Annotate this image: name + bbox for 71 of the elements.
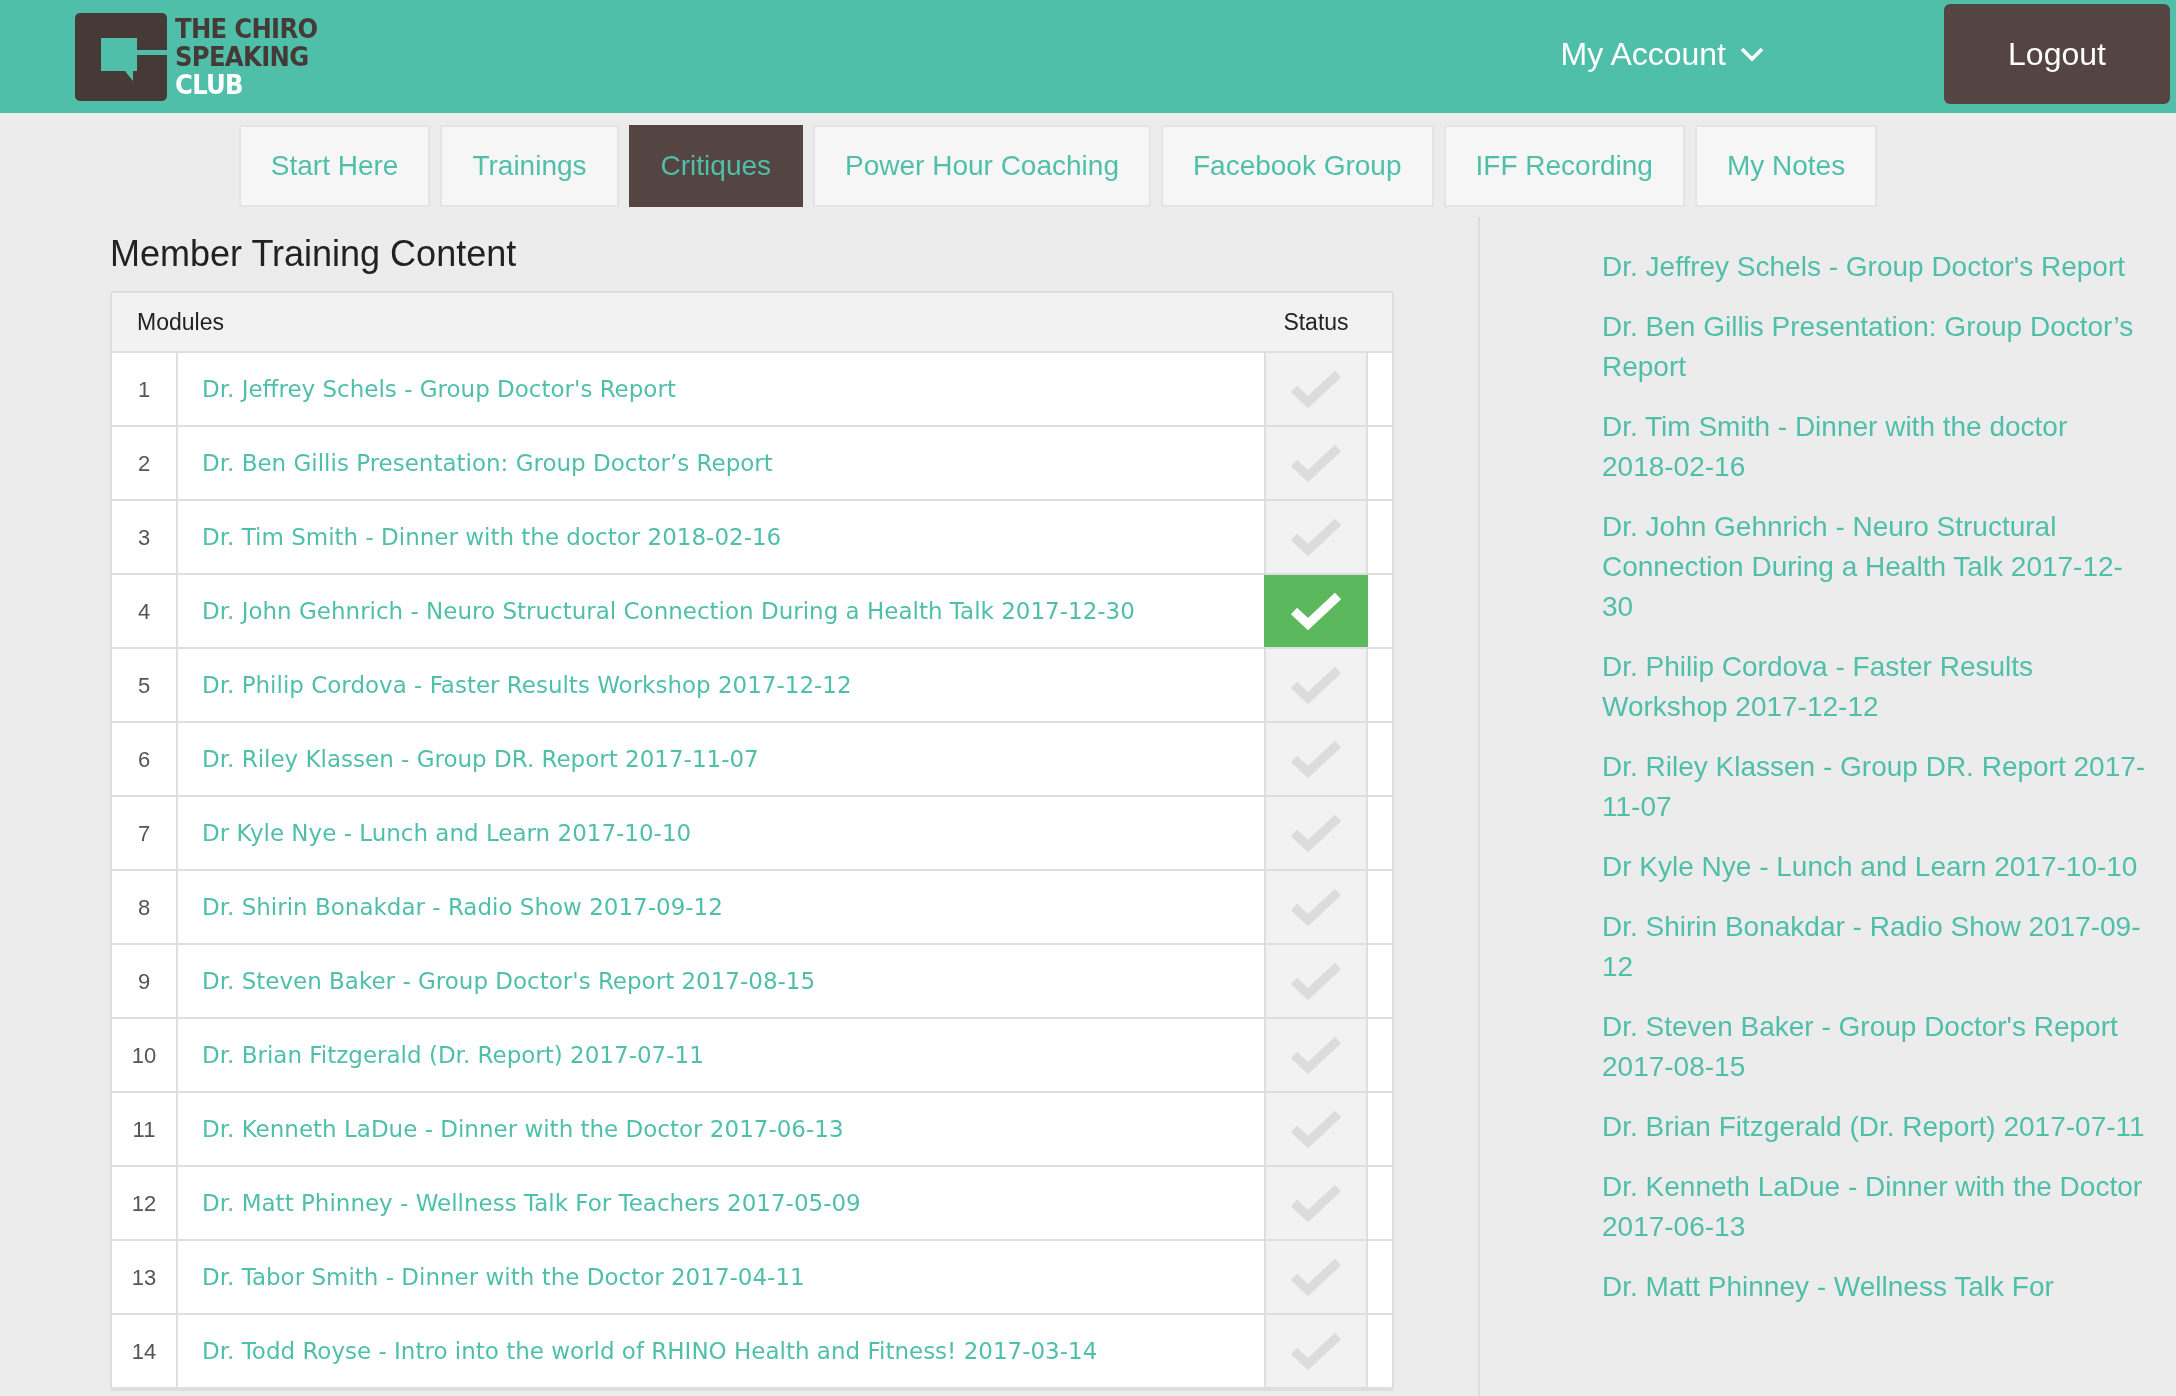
sidebar-link[interactable]: Dr. Brian Fitzgerald (Dr. Report) 2017-07-11 [1602,1107,2146,1147]
module-link[interactable]: Dr. Shirin Bonakdar - Radio Show 2017-09-12 [202,889,723,925]
sidebar-link[interactable]: Dr. Jeffrey Schels - Group Doctor's Report [1602,247,2146,287]
logo-text: SPEAKING [175,42,310,71]
sidebar-link[interactable]: Dr. Ben Gillis Presentation: Group Doctor’s Report [1602,307,2146,387]
sidebar-link[interactable]: Dr. Shirin Bonakdar - Radio Show 2017-09-12 [1602,907,2146,987]
status-cell[interactable] [1264,501,1368,573]
column-header: Status [1282,307,1350,337]
row-number: 12 [112,1167,178,1239]
module-link[interactable]: Dr. Riley Klassen - Group DR. Report 2017-11-07 [202,741,759,777]
module-link[interactable]: Dr. Ben Gillis Presentation: Group Doctor’s Report [202,445,773,481]
status-cell[interactable] [1264,1019,1368,1091]
status-cell[interactable] [1264,1315,1368,1387]
status-cell[interactable] [1264,1241,1368,1313]
status-cell[interactable] [1264,575,1368,647]
sidebar-link[interactable]: Dr. Steven Baker - Group Doctor's Report 2017-08-15 [1602,1007,2146,1087]
nav-tab[interactable]: Critiques [628,125,804,207]
sidebar-link[interactable]: Dr. Matt Phinney - Wellness Talk For [1602,1267,2146,1307]
row-number: 14 [112,1315,178,1387]
module-link[interactable]: Dr. Philip Cordova - Faster Results Workshop 2017-12-12 [202,667,852,703]
sidebar-link[interactable]: Dr. Riley Klassen - Group DR. Report 2017-11-07 [1602,747,2146,827]
nav-tab[interactable]: IFF Recording [1443,125,1685,207]
row-number: 11 [112,1093,178,1165]
module-link[interactable]: Dr. Tabor Smith - Dinner with the Doctor 2017-04-11 [202,1259,805,1295]
row-number: 9 [112,945,178,1017]
status-cell[interactable] [1264,871,1368,943]
status-cell[interactable] [1264,1167,1368,1239]
nav-tab[interactable]: Power Hour Coaching [813,125,1151,207]
row-number: 13 [112,1241,178,1313]
logo-icon [75,12,167,101]
row-number: 4 [112,575,178,647]
module-link[interactable]: Dr. Brian Fitzgerald (Dr. Report) 2017-07-11 [202,1037,704,1073]
nav-tab[interactable]: Facebook Group [1160,125,1434,207]
logo-text: THE CHIRO [175,14,318,43]
status-cell[interactable] [1264,649,1368,721]
nav-tab[interactable]: Trainings [440,125,619,207]
status-cell[interactable] [1264,797,1368,869]
section-title: Member Training Content [110,232,518,276]
row-number: 5 [112,649,178,721]
row-number: 6 [112,723,178,795]
row-number: 3 [112,501,178,573]
row-number: 7 [112,797,178,869]
logo-text: CLUB [175,70,244,99]
sidebar-link[interactable]: Dr. Tim Smith - Dinner with the doctor 2018-02-16 [1602,407,2146,487]
sidebar-link[interactable]: Dr. John Gehnrich - Neuro Structural Connection During a Health Talk 2017-12-30 [1602,507,2146,627]
module-link[interactable]: Dr. Matt Phinney - Wellness Talk For Teachers 2017-05-09 [202,1185,861,1221]
row-number: 8 [112,871,178,943]
status-cell[interactable] [1264,427,1368,499]
nav-tab[interactable]: My Notes [1694,125,1878,207]
module-link[interactable]: Dr Kyle Nye - Lunch and Learn 2017-10-10 [202,815,692,851]
module-link[interactable]: Dr. Tim Smith - Dinner with the doctor 2018-02-16 [202,519,782,555]
status-cell[interactable] [1264,353,1368,425]
status-cell[interactable] [1264,945,1368,1017]
status-cell[interactable] [1264,723,1368,795]
module-link[interactable]: Dr. Jeffrey Schels - Group Doctor's Report [202,371,676,407]
nav-tab[interactable]: Start Here [238,125,431,207]
row-number: 10 [112,1019,178,1091]
logout-button[interactable]: Logout [1944,4,2170,104]
sidebar-link[interactable]: Dr Kyle Nye - Lunch and Learn 2017-10-10 [1602,847,2146,887]
row-number: 1 [112,353,178,425]
chevron-down-icon [1740,45,1764,62]
sidebar-link[interactable]: Dr. Philip Cordova - Faster Results Workshop 2017-12-12 [1602,647,2146,727]
module-link[interactable]: Dr. Kenneth LaDue - Dinner with the Doctor 2017-06-13 [202,1111,844,1147]
module-link[interactable]: Dr. John Gehnrich - Neuro Structural Connection During a Health Talk 2017-12-30 [202,593,1135,629]
column-header: Modules [136,307,225,337]
module-link[interactable]: Dr. Todd Royse - Intro into the world of RHINO Health and Fitness! 2017-03-14 [202,1333,1098,1369]
module-link[interactable]: Dr. Steven Baker - Group Doctor's Report 2017-08-15 [202,963,816,999]
sidebar-link[interactable]: Dr. Kenneth LaDue - Dinner with the Doctor 2017-06-13 [1602,1167,2146,1247]
row-number: 2 [112,427,178,499]
account-menu[interactable]: My Account [1560,29,1764,78]
status-cell[interactable] [1264,1093,1368,1165]
